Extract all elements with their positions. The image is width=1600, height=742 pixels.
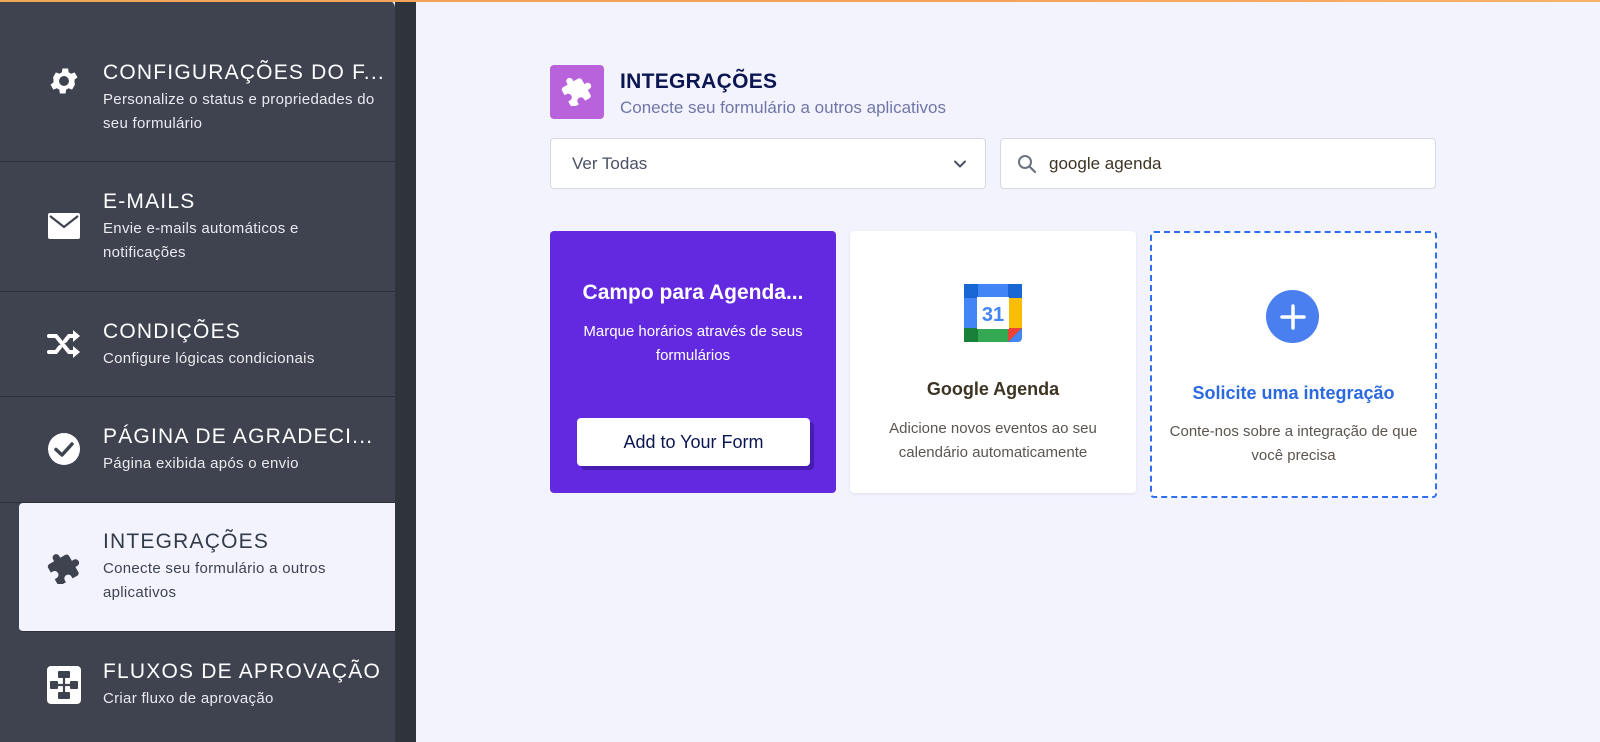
add-to-form-button[interactable]: Add to Your Form bbox=[577, 418, 810, 466]
sidebar-item-title: E-MAILS bbox=[103, 190, 196, 213]
shuffle-icon bbox=[46, 326, 82, 362]
svg-text:31: 31 bbox=[982, 304, 1004, 326]
sidebar-item-integrations[interactable]: INTEGRAÇÕES Conecte seu formulário a out… bbox=[19, 503, 395, 632]
page-subtitle: Conecte seu formulário a outros aplicati… bbox=[620, 98, 946, 117]
puzzle-icon bbox=[561, 74, 593, 111]
check-circle-icon bbox=[46, 431, 82, 467]
sidebar-item-desc: Criar fluxo de aprovação bbox=[103, 690, 274, 707]
top-accent-bar bbox=[0, 0, 1600, 2]
page-title: INTEGRAÇÕES bbox=[620, 70, 778, 93]
sidebar-item-desc: Configure lógicas condicionais bbox=[103, 350, 315, 367]
header-icon-tile bbox=[550, 65, 604, 119]
card-description: Adicione novos eventos ao seu calendário… bbox=[889, 420, 1097, 461]
category-select[interactable]: Ver Todas bbox=[550, 138, 986, 189]
chevron-down-icon bbox=[953, 156, 967, 170]
sidebar-item-desc: Envie e-mails automáticos e notificações bbox=[103, 220, 299, 261]
plus-icon bbox=[1266, 290, 1319, 343]
sidebar-item-conditions[interactable]: CONDIÇÕES Configure lógicas condicionais bbox=[0, 292, 395, 397]
sidebar-item-thank-you-page[interactable]: PÁGINA DE AGRADECI... Página exibida apó… bbox=[0, 397, 395, 503]
request-integration-card[interactable]: Solicite uma integração Conte-nos sobre … bbox=[1150, 231, 1437, 498]
sidebar-item-desc: Página exibida após o envio bbox=[103, 455, 299, 472]
card-title: Campo para Agenda... bbox=[582, 281, 804, 304]
sidebar-item-emails[interactable]: E-MAILS Envie e-mails automáticos e noti… bbox=[0, 162, 395, 292]
sidebar-item-desc: Personalize o status e propriedades do s… bbox=[103, 91, 375, 132]
card-title: Google Agenda bbox=[926, 379, 1060, 399]
search-icon bbox=[1017, 154, 1037, 174]
sidebar: CONFIGURAÇÕES DO F... Personalize o stat… bbox=[0, 0, 395, 742]
sidebar-item-title: PÁGINA DE AGRADECI... bbox=[103, 425, 374, 448]
sidebar-item-approval-flows[interactable]: FLUXOS DE APROVAÇÃO Criar fluxo de aprov… bbox=[0, 632, 395, 742]
sidebar-item-desc: Conecte seu formulário a outros aplicati… bbox=[103, 560, 326, 601]
sidebar-item-title: INTEGRAÇÕES bbox=[103, 530, 270, 553]
card-description: Marque horários através de seus formulár… bbox=[583, 323, 803, 364]
google-calendar-logo-icon: 31 bbox=[964, 284, 1022, 342]
envelope-icon bbox=[46, 208, 82, 244]
flowchart-icon bbox=[46, 666, 82, 704]
sidebar-rail bbox=[395, 0, 416, 742]
card-title: Solicite uma integração bbox=[1192, 383, 1395, 403]
puzzle-icon bbox=[46, 549, 82, 585]
google-calendar-card[interactable]: 31 Google Agenda Adicione novos eventos … bbox=[850, 231, 1136, 493]
sidebar-item-title: CONDIÇÕES bbox=[103, 320, 241, 343]
search-input[interactable] bbox=[1049, 139, 1419, 188]
appointment-field-card: Campo para Agenda... Marque horários atr… bbox=[550, 231, 836, 493]
category-select-value: Ver Todas bbox=[572, 153, 648, 173]
card-description: Conte-nos sobre a integração de que você… bbox=[1169, 423, 1418, 464]
sidebar-item-title: CONFIGURAÇÕES DO F... bbox=[103, 61, 385, 84]
sidebar-item-title: FLUXOS DE APROVAÇÃO bbox=[103, 660, 381, 683]
gear-icon bbox=[46, 63, 82, 99]
sidebar-item-form-settings[interactable]: CONFIGURAÇÕES DO F... Personalize o stat… bbox=[0, 0, 395, 162]
search-box bbox=[1000, 138, 1436, 189]
